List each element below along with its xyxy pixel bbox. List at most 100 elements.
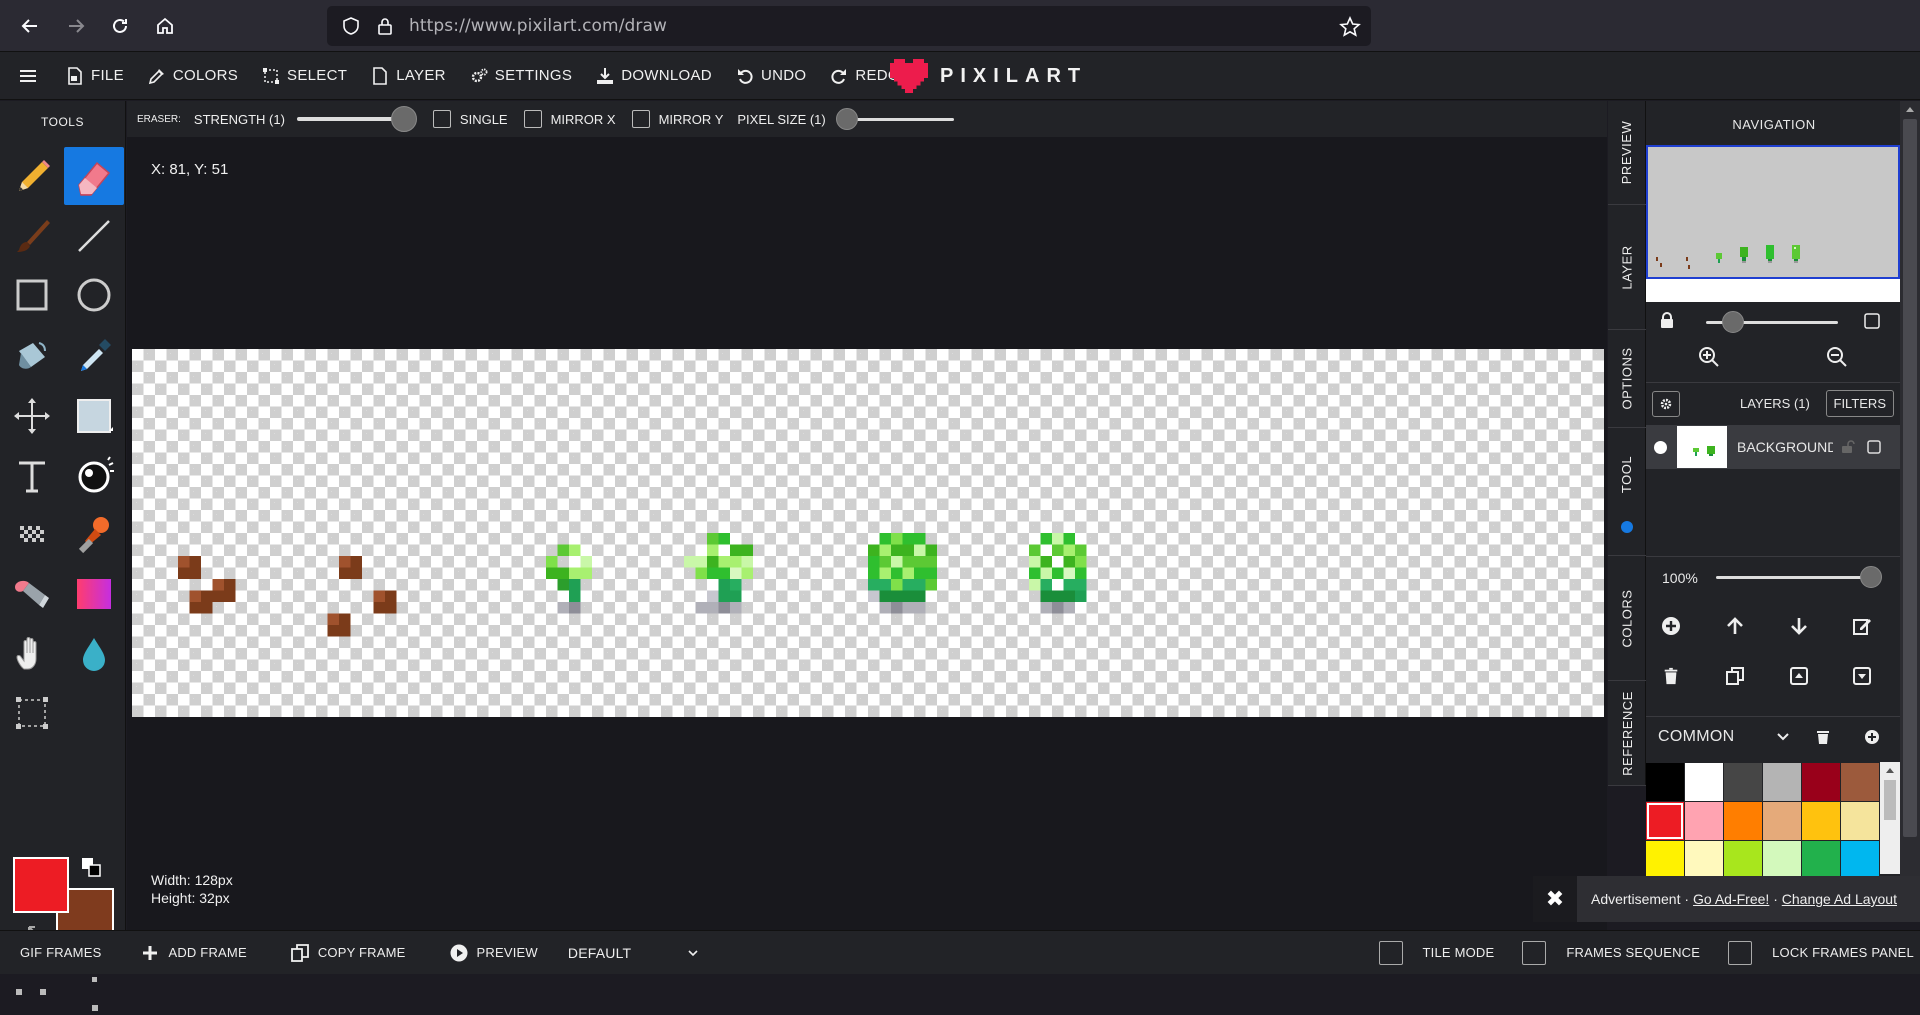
frames-sequence-checkbox[interactable]	[1522, 940, 1547, 965]
change-ad-layout-link[interactable]: Change Ad Layout	[1782, 891, 1897, 907]
color-swatch[interactable]	[1724, 802, 1762, 840]
color-swatch[interactable]	[1802, 802, 1840, 840]
settings-menu[interactable]: SETTINGS	[458, 52, 584, 100]
add-palette-icon[interactable]	[1864, 729, 1880, 745]
zoom-slider-knob[interactable]	[1722, 311, 1744, 333]
tab-colors[interactable]: COLORS	[1608, 556, 1646, 681]
pixel-size-slider[interactable]	[835, 107, 954, 130]
add-frame-button[interactable]: ADD FRAME	[141, 944, 247, 962]
address-bar[interactable]: https://www.pixilart.com/draw	[327, 6, 1371, 46]
pixilart-logo[interactable]: PIXILART	[890, 52, 1087, 100]
preview-scale-dots-icon[interactable]	[14, 975, 104, 1015]
zoom-slider[interactable]	[1706, 311, 1838, 333]
layer-settings-button[interactable]	[1652, 390, 1680, 417]
rename-layer-button[interactable]	[1849, 613, 1875, 639]
url-text[interactable]: https://www.pixilart.com/draw	[409, 16, 667, 36]
primary-color-swatch[interactable]	[13, 857, 69, 913]
layer-visibility-toggle[interactable]	[1654, 440, 1667, 454]
colors-menu[interactable]: COLORS	[136, 52, 250, 100]
layer-menu[interactable]: LAYER	[359, 52, 458, 100]
reload-button[interactable]	[104, 10, 136, 42]
layer-select-checkbox-icon[interactable]	[1867, 440, 1881, 454]
fill-bucket-tool[interactable]	[2, 327, 62, 385]
layer-row-background[interactable]: BACKGROUND	[1646, 425, 1900, 469]
download-menu[interactable]: DOWNLOAD	[584, 52, 724, 100]
palette-name[interactable]: COMMON	[1658, 728, 1734, 746]
color-swatch[interactable]	[1685, 802, 1723, 840]
color-swatch[interactable]	[1841, 802, 1879, 840]
opacity-slider[interactable]	[1715, 566, 1882, 588]
zoom-in-icon[interactable]	[1698, 346, 1720, 368]
select-tool[interactable]	[2, 684, 62, 742]
eraser-tool[interactable]	[64, 147, 124, 205]
strength-slider[interactable]	[296, 106, 417, 132]
strength-slider-knob[interactable]	[390, 106, 417, 132]
duplicate-layer-button[interactable]	[1722, 663, 1748, 689]
tab-layer[interactable]: LAYER	[1608, 205, 1646, 330]
file-menu[interactable]: FILE	[54, 52, 136, 100]
shape-stamp-tool[interactable]	[64, 387, 124, 445]
color-swatch[interactable]	[1724, 763, 1762, 801]
mirror-y-checkbox[interactable]	[631, 110, 650, 128]
unlock-icon[interactable]	[1841, 440, 1855, 454]
preview-animation-button[interactable]: PREVIEW	[450, 944, 538, 962]
lighten-darken-tool[interactable]	[2, 565, 62, 623]
copy-frame-button[interactable]: COPY FRAME	[290, 943, 406, 962]
dither-pattern-tool[interactable]	[2, 505, 62, 563]
filters-button[interactable]: FILTERS	[1825, 390, 1894, 417]
forward-button[interactable]	[60, 10, 92, 42]
pixel-canvas[interactable]	[132, 349, 1604, 717]
back-button[interactable]	[14, 10, 46, 42]
merge-up-button[interactable]	[1786, 663, 1812, 689]
chevron-down-icon[interactable]	[1776, 732, 1790, 742]
gradient-tool[interactable]	[64, 565, 124, 623]
move-layer-up-button[interactable]	[1722, 613, 1748, 639]
tab-options[interactable]: OPTIONS	[1608, 330, 1646, 428]
color-swatch[interactable]	[1802, 763, 1840, 801]
move-layer-down-button[interactable]	[1786, 613, 1812, 639]
tile-mode-option[interactable]: TILE MODE	[1378, 940, 1495, 965]
add-layer-button[interactable]	[1658, 613, 1684, 639]
merge-down-button[interactable]	[1849, 663, 1875, 689]
layer-name[interactable]: BACKGROUND	[1737, 439, 1833, 455]
dither-tool[interactable]	[64, 447, 124, 505]
blur-tool[interactable]	[64, 625, 124, 683]
panel-scrollbar[interactable]	[1900, 101, 1920, 886]
color-swatch[interactable]	[1841, 841, 1879, 879]
color-swatch[interactable]	[1646, 763, 1684, 801]
color-swatch[interactable]	[1763, 802, 1801, 840]
brush-tool[interactable]	[2, 207, 62, 265]
palette-scrollbar[interactable]	[1880, 762, 1900, 874]
swap-colors-icon[interactable]	[80, 856, 102, 878]
home-button[interactable]	[149, 10, 181, 42]
lock-frames-panel-checkbox[interactable]	[1728, 940, 1753, 965]
mirror-x-checkbox[interactable]	[523, 110, 542, 128]
navigation-preview[interactable]	[1646, 145, 1900, 302]
text-tool[interactable]	[2, 447, 62, 505]
rectangle-tool[interactable]	[2, 266, 62, 324]
stamp-tool[interactable]	[64, 505, 124, 563]
tab-preview[interactable]: PREVIEW	[1608, 101, 1646, 205]
gif-frames-toggle[interactable]: GIF FRAMES	[20, 945, 101, 960]
hand-tool[interactable]	[2, 625, 62, 683]
delete-layer-button[interactable]	[1658, 663, 1684, 689]
delete-palette-icon[interactable]	[1816, 729, 1830, 745]
scroll-thumb[interactable]	[1903, 119, 1917, 837]
pencil-tool[interactable]	[2, 147, 62, 205]
color-swatch[interactable]	[1646, 802, 1684, 840]
move-tool[interactable]	[2, 387, 62, 445]
tile-mode-checkbox[interactable]	[1378, 940, 1403, 965]
line-tool[interactable]	[64, 207, 124, 265]
single-checkbox[interactable]	[432, 110, 451, 128]
lock-icon[interactable]	[1660, 312, 1674, 328]
undo-button[interactable]: UNDO	[724, 52, 818, 100]
tab-reference[interactable]: REFERENCE	[1608, 681, 1646, 786]
scroll-up-arrow-icon[interactable]	[1905, 105, 1915, 113]
fit-checkbox-icon[interactable]	[1864, 313, 1880, 329]
tab-tool[interactable]: TOOL	[1608, 428, 1646, 556]
animation-preset-select[interactable]: DEFAULT	[568, 945, 698, 961]
close-ad-button[interactable]: ✖	[1533, 876, 1577, 922]
color-swatch[interactable]	[1763, 763, 1801, 801]
color-swatch[interactable]	[1802, 841, 1840, 879]
main-menu-button[interactable]	[0, 52, 54, 100]
